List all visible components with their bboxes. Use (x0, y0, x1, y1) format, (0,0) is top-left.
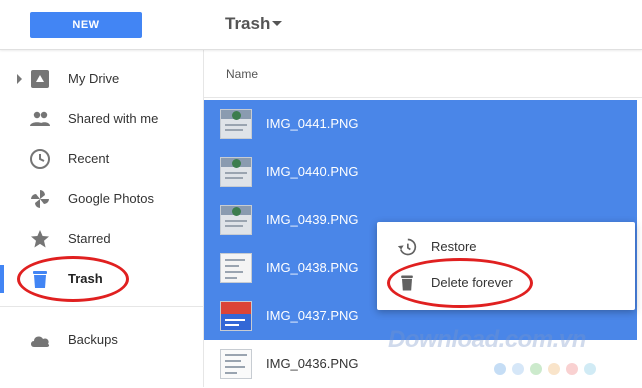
file-name: IMG_0441.PNG (266, 116, 359, 131)
restore-icon (397, 238, 417, 256)
title-dropdown-icon[interactable] (272, 21, 282, 26)
sidebar-item-backups[interactable]: Backups (0, 320, 203, 360)
watermark-text: Download.com.vn (388, 326, 586, 353)
watermark-dot (584, 363, 596, 375)
file-name: IMG_0438.PNG (266, 260, 359, 275)
file-thumbnail (220, 349, 252, 379)
watermark-dot (494, 363, 506, 375)
sidebar-item-label: Recent (68, 151, 110, 166)
new-button[interactable]: NEW (30, 12, 142, 38)
active-indicator (0, 265, 4, 293)
watermark-dot (512, 363, 524, 375)
sidebar-item-google-photos[interactable]: Google Photos (0, 179, 203, 219)
watermark-dot (566, 363, 578, 375)
file-row[interactable]: IMG_0440.PNG (204, 148, 637, 196)
menu-item-restore[interactable]: Restore (377, 229, 635, 265)
cloud-icon (31, 336, 50, 347)
column-header-label: Name (226, 67, 259, 81)
sidebar-item-label: Google Photos (68, 191, 155, 206)
sidebar-item-starred[interactable]: Starred (0, 219, 203, 259)
file-thumbnail (220, 301, 252, 331)
file-thumbnail (220, 157, 252, 187)
file-name: IMG_0436.PNG (266, 356, 359, 371)
menu-item-label: Restore (431, 239, 477, 254)
sidebar-item-shared-with-me[interactable]: Shared with me (0, 99, 203, 139)
drive-icon (31, 70, 49, 88)
file-row[interactable]: IMG_0441.PNG (204, 100, 637, 148)
sidebar-item-label: Trash (68, 271, 103, 286)
sidebar-divider (0, 306, 203, 307)
sidebar-item-label: My Drive (68, 71, 120, 86)
sidebar-item-label: Shared with me (68, 111, 159, 126)
star-icon (31, 230, 49, 248)
menu-item-delete-forever[interactable]: Delete forever (377, 265, 635, 301)
photos-pinwheel-icon (31, 190, 49, 208)
file-thumbnail (220, 205, 252, 235)
file-thumbnail (220, 253, 252, 283)
sidebar-item-recent[interactable]: Recent (0, 139, 203, 179)
context-menu: Restore Delete forever (377, 222, 635, 310)
sidebar-item-trash[interactable]: Trash (0, 259, 203, 299)
watermark-dot (530, 363, 542, 375)
trash-icon (33, 271, 47, 288)
clock-icon (30, 149, 50, 169)
file-name: IMG_0439.PNG (266, 212, 359, 227)
watermark-dot (548, 363, 560, 375)
page-title[interactable]: Trash (225, 12, 270, 36)
file-name: IMG_0440.PNG (266, 164, 359, 179)
trash-icon (401, 275, 413, 291)
sidebar-item-label: Starred (68, 231, 111, 246)
file-name: IMG_0437.PNG (266, 308, 359, 323)
watermark-dots (494, 362, 602, 380)
people-icon (30, 111, 50, 126)
expand-arrow-icon[interactable] (17, 74, 22, 84)
sidebar-item-label: Backups (68, 332, 118, 347)
top-bar: NEW Trash (0, 0, 642, 50)
sidebar-item-my-drive[interactable]: My Drive (0, 59, 203, 99)
sidebar: My Drive Shared with me Recent Google Ph… (0, 50, 203, 387)
column-header-name[interactable]: Name (204, 50, 642, 98)
file-thumbnail (220, 109, 252, 139)
menu-item-label: Delete forever (431, 275, 513, 290)
